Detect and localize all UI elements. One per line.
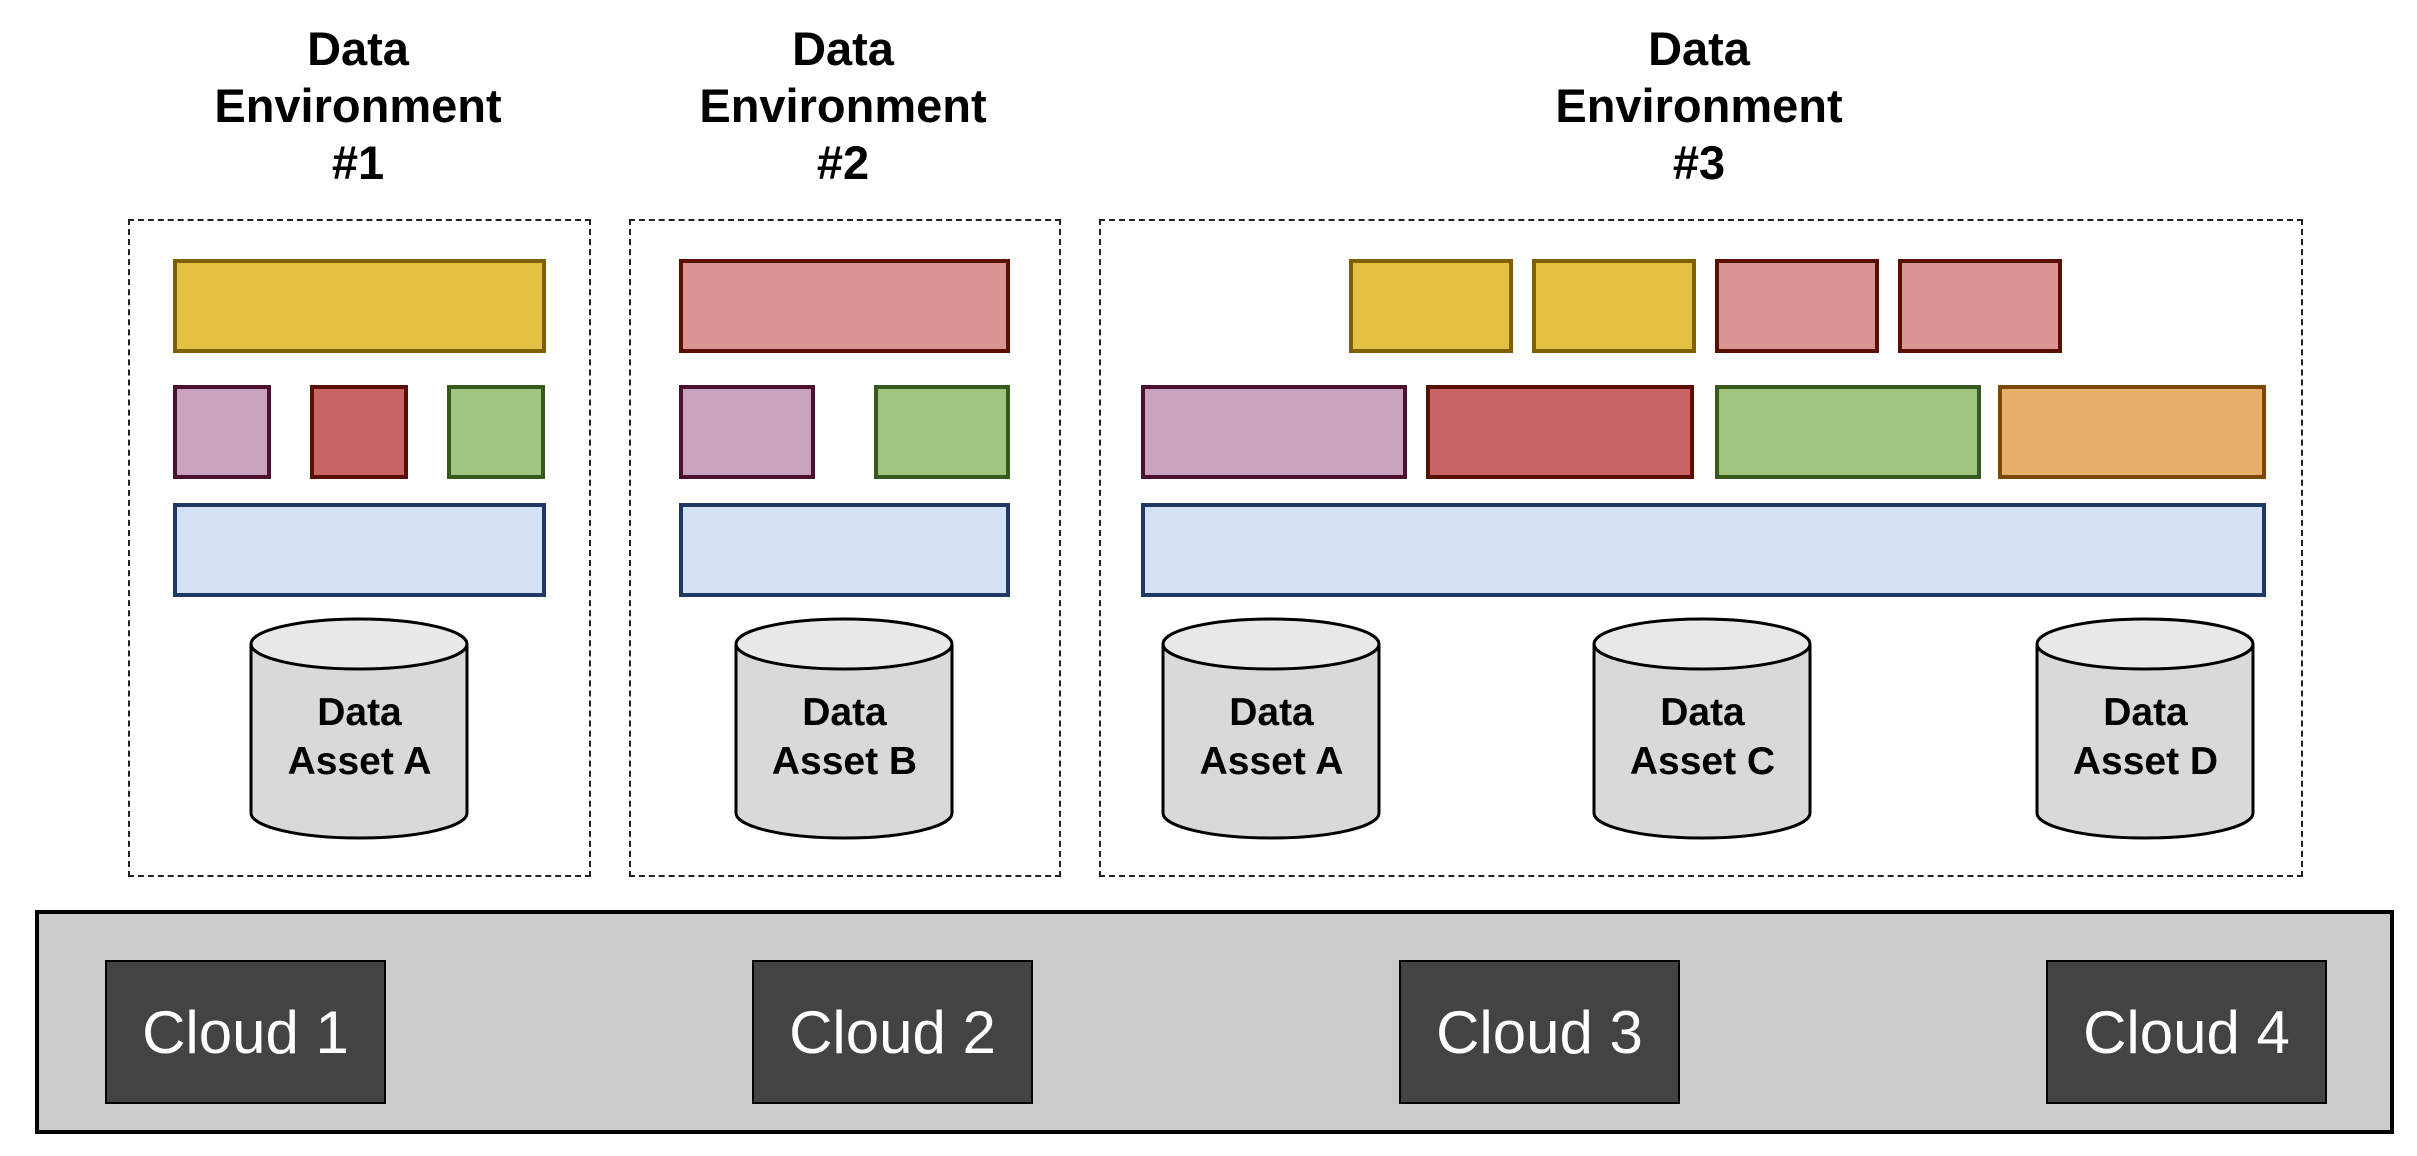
cloud-3-box[interactable]: Cloud 3: [1399, 960, 1680, 1104]
env-1-yellow-block: [173, 259, 546, 353]
cloud-4-box[interactable]: Cloud 4: [2046, 960, 2327, 1104]
asset-label: Data Asset A: [1199, 691, 1344, 783]
env-3-pink-block-1: [1715, 259, 1879, 353]
asset-label: Data Asset C: [1629, 691, 1776, 783]
env-3-mauve-block: [1141, 385, 1407, 479]
env-2-title: Data Environment #2: [699, 22, 987, 189]
cloud-infrastructure-bar: Cloud 1 Cloud 2 Cloud 3 Cloud 4: [35, 910, 2394, 1134]
env-1-asset-a-cylinder: Data Asset A: [248, 616, 471, 841]
env-2-blue-block: [679, 503, 1010, 597]
asset-label: Data Asset A: [287, 691, 432, 783]
env-3-red-block: [1426, 385, 1694, 479]
env-2-green-block: [874, 385, 1010, 479]
env-1-blue-block: [173, 503, 546, 597]
env-3-pink-block-2: [1898, 259, 2062, 353]
env-3-asset-a-cylinder: Data Asset A: [1160, 616, 1383, 841]
env-3-asset-d-cylinder: Data Asset D: [2034, 616, 2257, 841]
env-1-title: Data Environment #1: [214, 22, 502, 189]
env-2-mauve-block: [679, 385, 815, 479]
cloud-1-box[interactable]: Cloud 1: [105, 960, 386, 1104]
env-1-red-block: [310, 385, 408, 479]
env-3-green-block: [1715, 385, 1981, 479]
env-3-blue-block: [1141, 503, 2266, 597]
env-3-asset-c-cylinder: Data Asset C: [1591, 616, 1814, 841]
env-3-title: Data Environment #3: [1555, 22, 1843, 189]
env-1-mauve-block: [173, 385, 271, 479]
env-1-green-block: [447, 385, 545, 479]
env-3-yellow-block-2: [1532, 259, 1696, 353]
env-2-pink-block: [679, 259, 1010, 353]
cloud-2-box[interactable]: Cloud 2: [752, 960, 1033, 1104]
asset-label: Data Asset B: [771, 691, 918, 783]
env-3-orange-block: [1998, 385, 2266, 479]
env-2-asset-b-cylinder: Data Asset B: [733, 616, 956, 841]
asset-label: Data Asset D: [2072, 691, 2219, 783]
env-3-yellow-block-1: [1349, 259, 1513, 353]
